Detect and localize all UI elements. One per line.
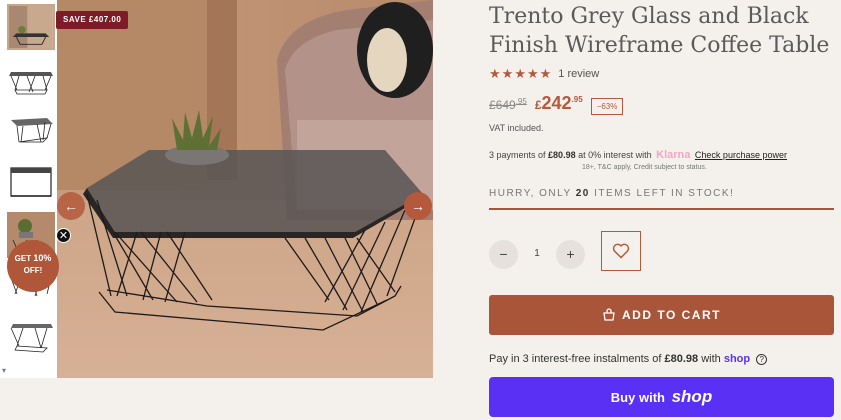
buy-with-shop-button[interactable]: Buy with shop <box>489 377 834 417</box>
thumbnail-image <box>10 324 53 353</box>
quantity-input[interactable]: 1 <box>525 248 549 259</box>
check-purchase-power-link[interactable]: Check purchase power <box>695 150 787 160</box>
thumbnail-image <box>10 167 52 197</box>
stock-suffix: ITEMS LEFT IN STOCK! <box>594 188 735 199</box>
close-icon[interactable]: ✕ <box>56 228 71 243</box>
save-badge: SAVE £407.00 <box>56 11 129 29</box>
star-icon: ★ <box>489 66 501 81</box>
stock-progress-bar <box>489 208 834 210</box>
add-to-cart-button[interactable]: ADD TO CART <box>489 295 834 335</box>
sale-price: £242.95 <box>535 93 583 114</box>
thumbnail-image <box>11 118 53 143</box>
help-icon[interactable]: ? <box>756 354 768 365</box>
vat-note: VAT included. <box>489 123 544 133</box>
star-icon: ★ <box>514 66 526 81</box>
thumbnail-1[interactable] <box>7 4 55 50</box>
shop-logo: shop <box>671 387 713 406</box>
thumbnail-4[interactable] <box>7 160 55 206</box>
next-image-button[interactable]: → <box>404 192 432 220</box>
promo-off: OFF! <box>23 266 43 275</box>
discount-popup-button[interactable]: GET 10% OFF! <box>7 240 59 292</box>
main-product-image[interactable] <box>57 0 433 378</box>
quantity-decrease-button[interactable]: − <box>489 240 518 269</box>
klarna-amount: £80.98 <box>548 150 576 160</box>
thumbnail-7[interactable] <box>7 316 55 362</box>
shop-pay-prefix: Pay in 3 interest-free instalments of <box>489 353 662 365</box>
review-count[interactable]: 1 review <box>558 68 599 80</box>
thumbnail-image <box>9 6 53 48</box>
add-to-cart-label: ADD TO CART <box>622 308 721 322</box>
product-title: Trento Grey Glass and Black Finish Wiref… <box>489 4 830 58</box>
original-price-main: £649 <box>489 98 516 112</box>
promo-get: GET <box>14 254 32 263</box>
thumbnail-3[interactable] <box>7 108 55 154</box>
thumbnail-2[interactable] <box>7 56 55 102</box>
discount-badge: −63% <box>590 98 624 115</box>
shop-pay-amount: £80.98 <box>664 353 699 365</box>
sale-price-cents: .95 <box>571 95 583 104</box>
promo-percent: 10% <box>33 253 52 263</box>
original-price-cents: .95 <box>515 97 527 106</box>
product-rating[interactable]: ★ ★ ★ ★ ★ 1 review <box>489 66 599 82</box>
price-row: £649.95 £242.95 −63% <box>489 93 624 115</box>
previous-image-button[interactable]: ← <box>57 192 85 220</box>
arrow-right-icon: → <box>411 198 425 214</box>
stock-warning: HURRY, ONLY 20 ITEMS LEFT IN STOCK! <box>489 188 734 199</box>
heart-icon <box>612 243 630 259</box>
star-icon: ★ <box>526 66 539 81</box>
star-icon: ★ <box>501 66 514 81</box>
shop-pay-installments: Pay in 3 interest-free instalments of £8… <box>489 353 768 365</box>
coffee-table-photo <box>57 0 433 378</box>
shop-pay-with: with <box>701 353 721 365</box>
scroll-down-indicator[interactable]: ▾ <box>2 366 6 375</box>
klarna-middle: at 0% interest with <box>578 150 652 160</box>
klarna-terms: 18+, T&C apply, Credit subject to status… <box>582 164 707 171</box>
klarna-prefix: 3 payments of <box>489 150 546 160</box>
buy-with-label: Buy with <box>610 390 665 405</box>
star-icon: ★ <box>539 66 552 81</box>
sale-price-currency: £ <box>534 98 542 112</box>
stock-count: 20 <box>575 188 590 199</box>
arrow-left-icon: ← <box>64 198 78 214</box>
klarna-logo: Klarna <box>656 149 691 161</box>
thumbnail-image <box>9 72 53 95</box>
original-price: £649.95 <box>489 97 527 112</box>
klarna-message: 3 payments of £80.98 at 0% interest with… <box>489 149 787 161</box>
wishlist-button[interactable] <box>601 231 641 271</box>
bag-icon <box>603 308 615 321</box>
shop-pay-logo: shop <box>723 353 751 365</box>
stock-prefix: HURRY, ONLY <box>489 188 572 199</box>
sale-price-main: 242 <box>541 93 572 113</box>
thumbnail-strip: ▾ <box>0 0 57 378</box>
quantity-increase-button[interactable]: + <box>556 240 585 269</box>
